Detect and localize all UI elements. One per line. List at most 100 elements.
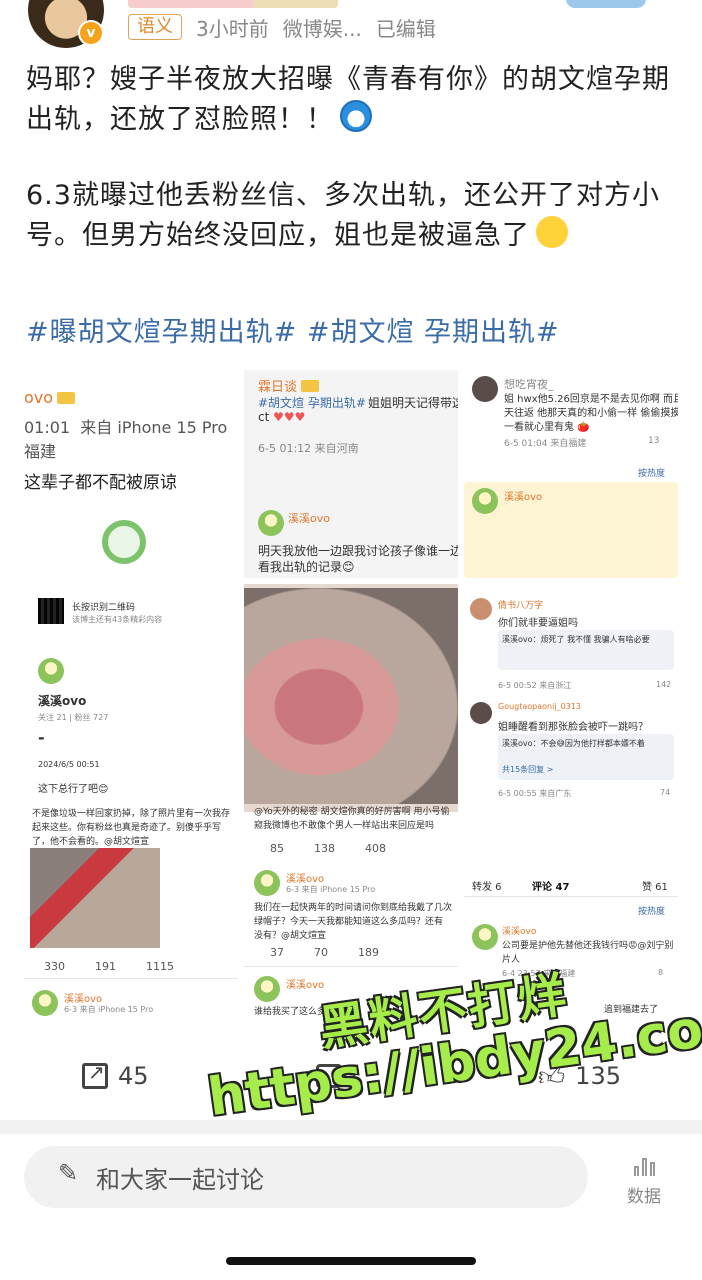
post-time: 3小时前 [196,16,269,41]
image4-body2: 起来这些。你有粉丝也真是奇迹了。别傻乎乎写 [32,823,222,833]
image6-user1: 倩书八万字 [498,601,544,611]
image6-meta2: 6-5 00:55 来自广东 [498,789,572,798]
image4-sub: 关注 21 | 粉丝 727 [38,713,109,722]
image6-meta1: 6-5 00:52 来自浙江 [498,681,572,690]
like-button[interactable]: 👍︎ 135 [538,1060,621,1092]
image1-username: ovo [24,388,76,407]
image4-photo [30,848,160,948]
image8-stats: 37 70 189 [270,946,379,959]
image9-text1: 公司要是护他先替他还我钱行吗😡@刘宁别 [502,941,674,951]
post-action-bar: 45 👍︎ 135 [0,1048,702,1104]
image8-like-count: 189 [358,946,379,959]
image6-avatar2 [470,702,492,724]
qr-code-icon [38,598,64,624]
image5-text1: @Yo天外的秘密 胡文煊你真的好厉害啊 用小号偷 [254,807,450,817]
image6-likes2: 74 [660,788,671,797]
post-header: v 语义 3小时前 微博娱... 已编辑 [0,0,702,52]
image6-q1: 你们就非要逼姐吗 [498,618,578,629]
post-paragraph-2: 6.3就曝过他丢粉丝信、多次出轨，还公开了对方小号。但男方始终没回应，姐也是被逼… [26,180,660,251]
image1-location: 福建 [24,442,57,461]
author-name-cropped[interactable] [128,0,338,8]
divider [24,978,238,979]
image2-text: 姐姐明天记得带这 [368,396,458,410]
image2-reply-text1: 明天我放他一边跟我讨论孩子像谁一边 [258,544,458,558]
comment-input-bar[interactable]: 和大家一起讨论 [24,1146,588,1208]
image4-text: 这下总行了吧😊 [38,784,109,795]
image7-share-count: 330 [44,960,65,973]
image2-meta: 6-5 01:12 来自河南 [258,442,359,455]
image-6[interactable]: 倩书八万字 你们就非要逼姐吗 溪溪ovo：烦死了 我不懂 我骗人有啥必要 6-5… [464,584,678,812]
image3-meta: 6-5 01:04 来自福建 [504,439,587,449]
divider [244,966,458,967]
share-button[interactable]: 45 [82,1060,149,1092]
image7-avatar [32,990,58,1016]
bar-chart-icon [618,1150,670,1176]
section-divider [0,1120,702,1134]
data-button[interactable]: 数据 [618,1150,670,1210]
image9-tab-repost: 转发 6 [472,882,502,893]
post-source: 微博娱... [282,16,362,41]
image2-reply-text2: 看我出轨的记录😊 [258,560,355,574]
image6-reply1: 溪溪ovo：烦死了 我不懂 我骗人有啥必要 [502,635,650,644]
image1-share-circle-icon [102,520,146,564]
image-3[interactable]: 想吃宵夜_ 姐 hwx他5.26回京是不是去见你啊 而且当 天往返 他那天真的和… [464,370,678,578]
image8-text4: 谁给我买了这么多水军 [254,1007,345,1017]
image9-text2: 片人 [502,955,521,965]
language-tag[interactable]: 语义 [128,14,182,40]
image5-stats: 85 138 408 [270,842,386,855]
crown-icon [301,380,320,392]
face-photo [244,588,458,804]
image-grid: ovo 01:01 来自 iPhone 15 Pro 福建 这辈子都不配被原谅 … [24,370,678,1040]
image7-like-count: 1115 [146,960,174,973]
share-icon [82,1060,108,1089]
image8-comment-count: 70 [314,946,328,959]
image2-text2: ct ♥♥♥ [258,410,306,424]
image3-reply-avatar [472,488,498,514]
image2-username: 霖日谈 [258,376,320,395]
image8-user: 溪溪ovo [286,874,325,885]
image3-text1: 姐 hwx他5.26回京是不是去见你啊 而且当 [504,394,678,405]
post-hashtags[interactable]: #曝胡文煊孕期出轨# #胡文煊 孕期出轨# [26,310,560,349]
image1-time-device: 01:01 来自 iPhone 15 Pro [24,418,228,437]
image9-user: 溪溪ovo [502,927,537,937]
image6-likes1: 142 [656,680,672,689]
comment-button[interactable] [316,1060,352,1092]
image9-tab-comment: 评论 47 [532,882,570,893]
image5-text2: 窥我微博也不敢像个男人一样站出来回应是吗 [254,821,435,831]
image6-reply2: 溪溪ovo：不会😅因为他打样都本嫖不着 [502,739,645,748]
image6-q2: 姐睡醒看到那张脸会被吓一跳吗？ [498,722,648,733]
image-5[interactable] [244,584,458,812]
image3-text2: 天往返 他那天真的和小偷一样 偷偷摸摸。 [504,408,678,419]
image8-avatar2 [254,976,280,1002]
image6-more: 共15条回复 > [502,765,554,774]
image8-device: 6-3 来自 iPhone 15 Pro [286,885,376,894]
image9-likes: 8 [658,968,664,977]
home-indicator[interactable] [226,1257,476,1265]
image7-comment-count: 191 [95,960,116,973]
image9-tab-like: 赞 61 [642,882,668,893]
comment-placeholder: 和大家一起讨论 [96,1165,264,1194]
image-2[interactable]: 霖日谈 #胡文煊 孕期出轨# 姐姐明天记得带这 ct ♥♥♥ 6-5 01:12… [244,370,458,578]
image4-qr-sub: 该博主还有43条精彩内容 [72,615,163,624]
like-count: 135 [575,1062,621,1090]
image4-body3: 了，他不会看的。@胡文煊宣 [32,837,150,847]
image4-date: 2024/6/5 00:51 [38,760,100,769]
image8-avatar [254,870,280,896]
verified-badge-icon: v [78,20,104,46]
image3-reply-user: 溪溪ovo [504,492,543,503]
post-paragraph-1: 妈耶？嫂子半夜放大招曝《青春有你》的胡文煊孕期出轨，还放了怼脸照！！ [26,64,670,135]
doraemon-emoji-icon [340,100,372,132]
image1-text: 这辈子都不配被原谅 [24,473,177,493]
crown-icon [57,392,76,404]
image4-avatar [38,658,64,684]
image5-like-count: 408 [365,842,386,855]
post-meta: 语义 3小时前 微博娱... 已编辑 [128,12,436,42]
edited-label[interactable]: 已编辑 [376,13,436,42]
image-4[interactable]: 长按识别二维码 该博主还有43条精彩内容 溪溪ovo 关注 21 | 粉丝 72… [24,584,238,812]
post-body: 妈耶？嫂子半夜放大招曝《青春有你》的胡文煊孕期出轨，还放了怼脸照！！ 6.3就曝… [26,60,676,292]
image6-avatar1 [470,598,492,620]
image-1[interactable]: ovo 01:01 来自 iPhone 15 Pro 福建 这辈子都不配被原谅 [24,370,238,578]
image8-user2: 溪溪ovo [286,980,325,991]
follow-button-cropped[interactable] [566,0,646,8]
share-count: 45 [118,1062,149,1090]
